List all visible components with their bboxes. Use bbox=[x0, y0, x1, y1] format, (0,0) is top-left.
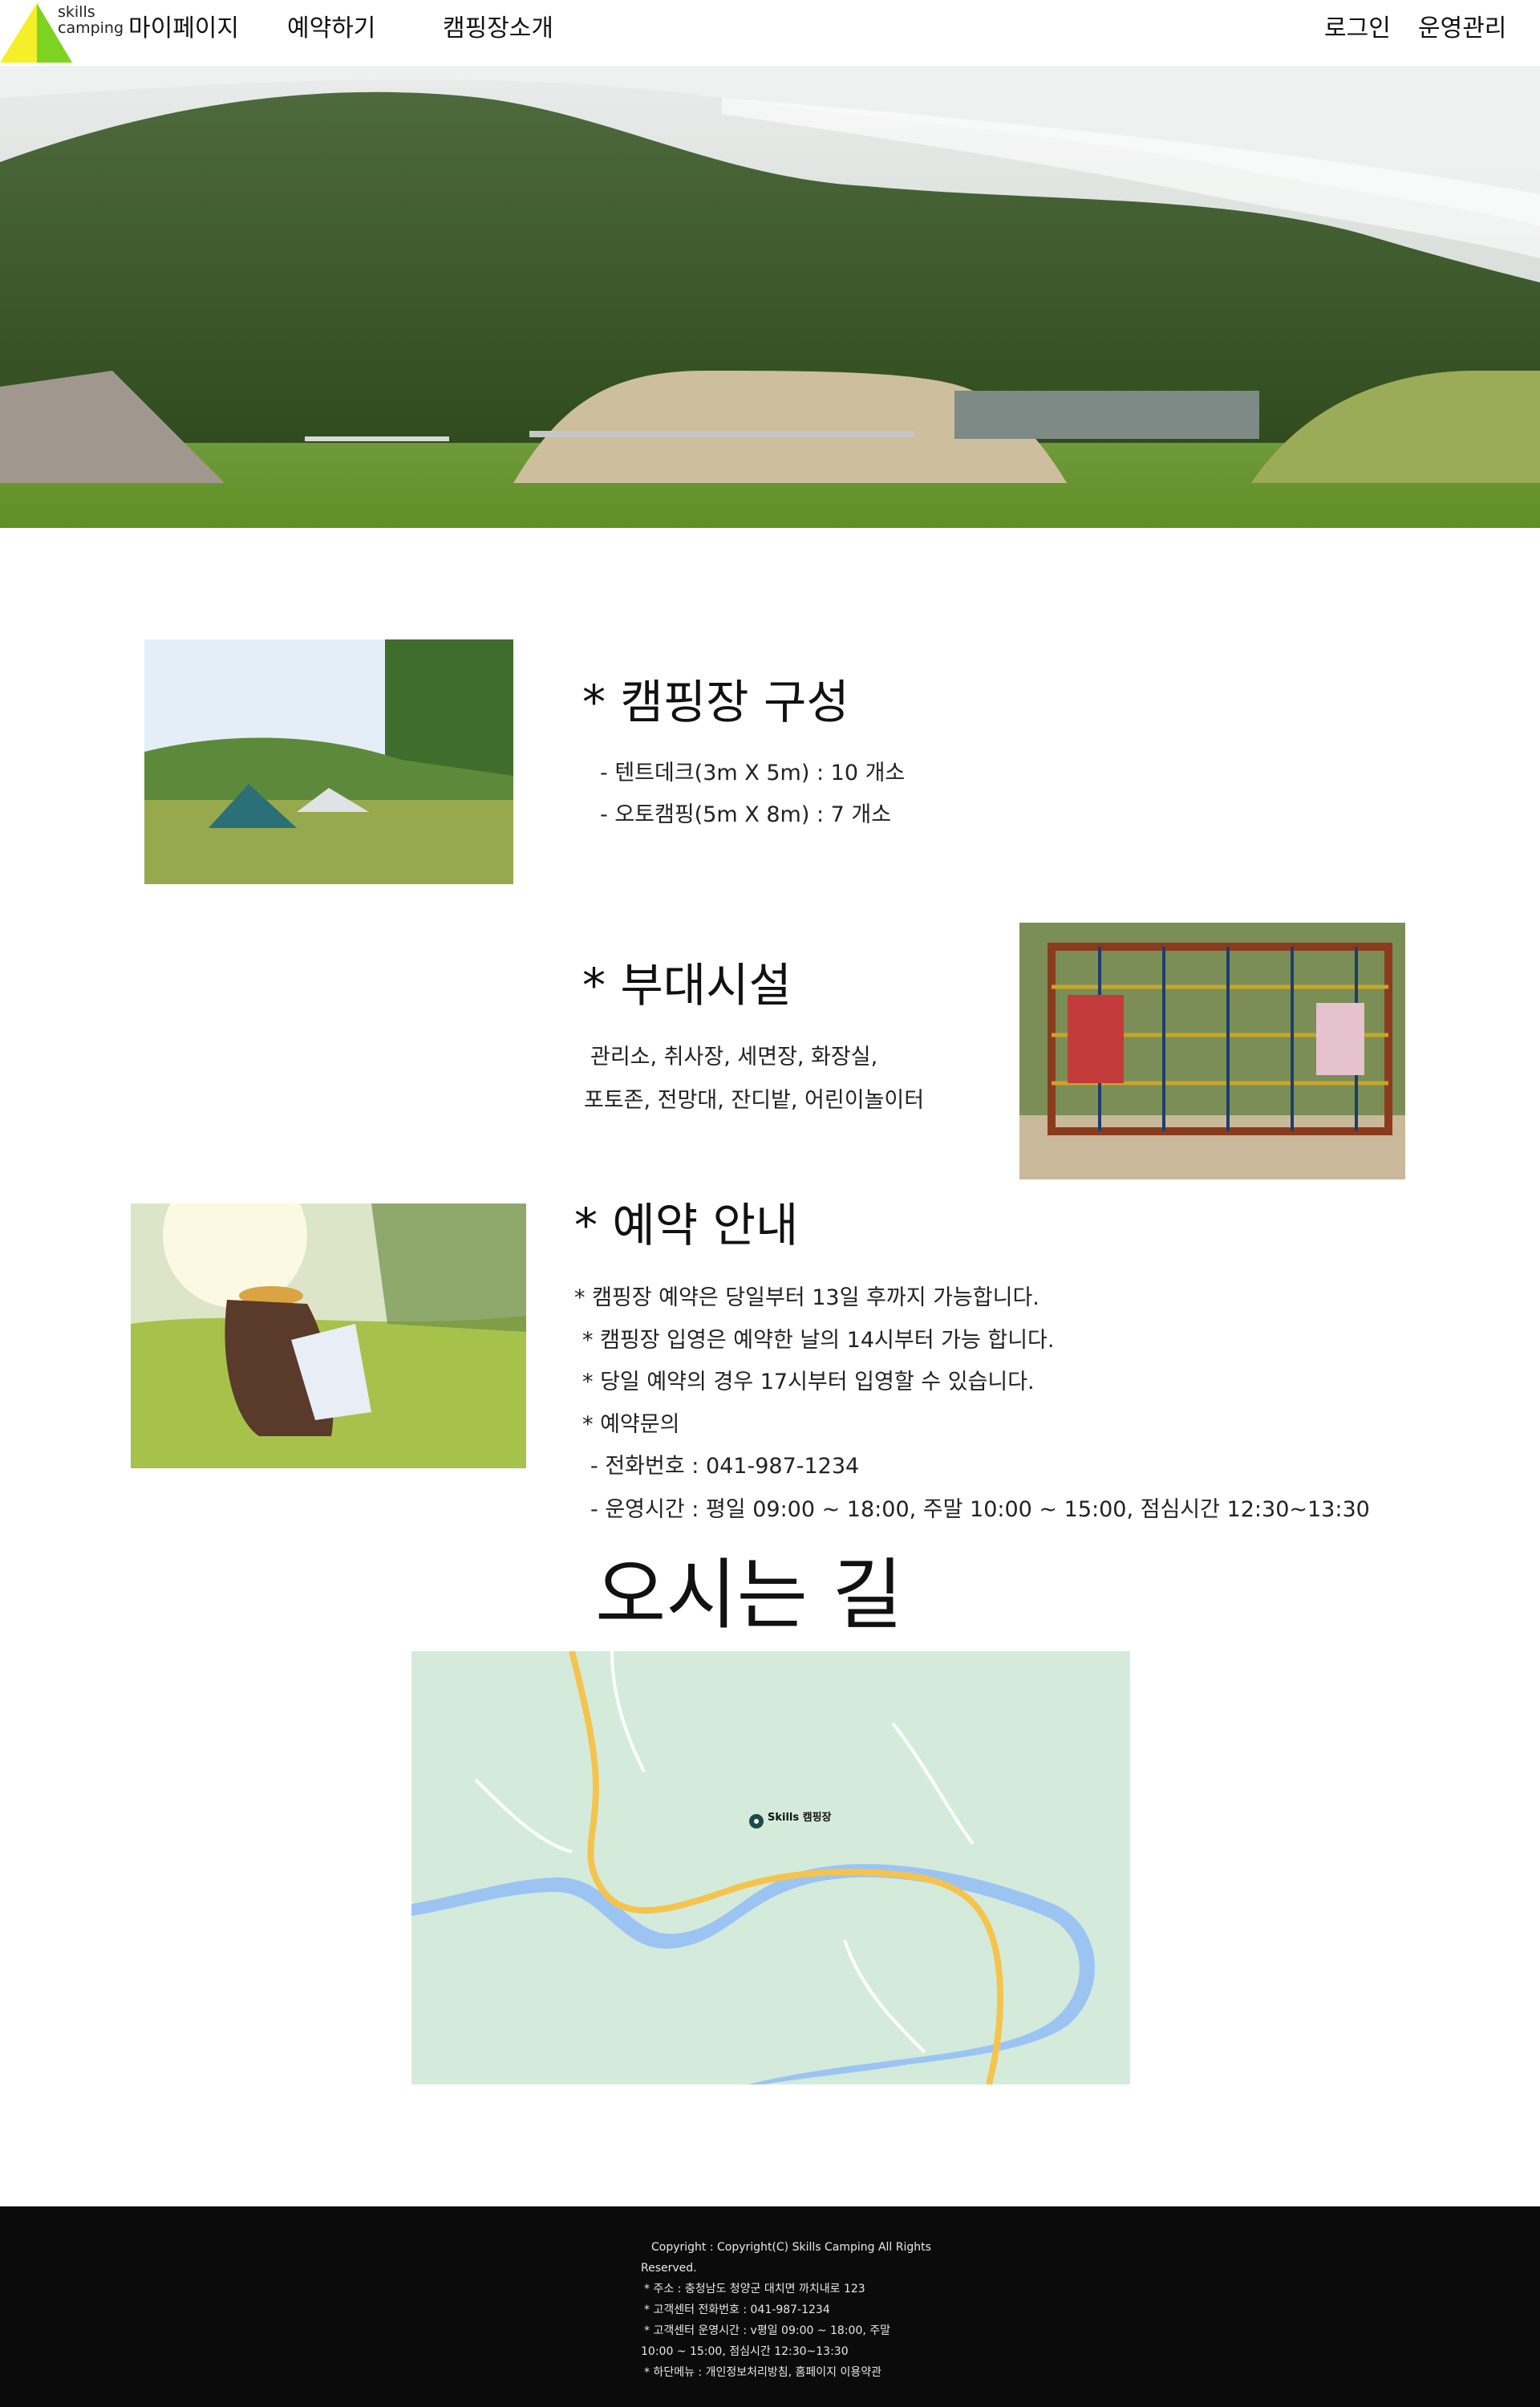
composition-title: * 캠핑장 구성 bbox=[582, 675, 849, 729]
map-marker-label: Skills 캠핑장 bbox=[768, 1812, 832, 1824]
map-illustration bbox=[411, 1651, 1130, 2084]
footer-hours: * 고객센터 운영시간 : v평일 09:00 ~ 18:00, 주말 bbox=[644, 2324, 891, 2337]
reservation-line: * 캠핑장 예약은 당일부터 13일 후까지 가능합니다. bbox=[574, 1285, 1040, 1310]
tent-meadow-illustration bbox=[144, 639, 513, 884]
nav-reserve[interactable]: 예약하기 bbox=[287, 13, 375, 45]
playground-illustration bbox=[1019, 923, 1405, 1179]
footer-address: * 주소 : 충청남도 청양군 대치면 까치내로 123 bbox=[644, 2283, 865, 2295]
photo-tent-meadow bbox=[144, 639, 513, 884]
facilities-line: 포토존, 전망대, 잔디밭, 어린이놀이터 bbox=[584, 1088, 925, 1113]
footer-copyright-cont: Reserved. bbox=[641, 2262, 697, 2275]
photo-girl-meadow bbox=[131, 1204, 526, 1468]
hero-campsite-image bbox=[0, 66, 1540, 528]
reservation-line: * 예약문의 bbox=[582, 1412, 680, 1437]
composition-line: - 텐트데크(3m X 5m) : 10 개소 bbox=[600, 761, 906, 785]
location-map[interactable]: Skills 캠핑장 bbox=[411, 1651, 1130, 2084]
reservation-title: * 예약 안내 bbox=[574, 1198, 799, 1252]
reservation-line: * 캠핑장 입영은 예약한 날의 14시부터 가능 합니다. bbox=[582, 1328, 1055, 1353]
logo-text-camping: camping bbox=[58, 19, 124, 37]
footer-links[interactable]: * 하단메뉴 : 개인정보처리방침, 홈페이지 이용약관 bbox=[644, 2364, 881, 2381]
girl-meadow-illustration bbox=[131, 1204, 526, 1468]
reservation-line: * 당일 예약의 경우 17시부터 입영할 수 있습니다. bbox=[582, 1370, 1035, 1394]
hero-illustration bbox=[0, 66, 1540, 528]
nav-login[interactable]: 로그인 bbox=[1324, 13, 1391, 45]
reservation-line: - 전화번호 : 041-987-1234 bbox=[590, 1454, 860, 1479]
skills-camping-logo[interactable]: skills camping bbox=[0, 0, 124, 64]
nav-admin[interactable]: 운영관리 bbox=[1418, 13, 1506, 45]
facilities-title: * 부대시설 bbox=[582, 958, 792, 1013]
nav-mypage[interactable]: 마이페이지 bbox=[128, 13, 239, 45]
composition-line: - 오토캠핑(5m X 8m) : 7 개소 bbox=[600, 802, 892, 827]
site-footer: Copyright : Copyright(C) Skills Camping … bbox=[0, 2206, 1540, 2407]
facilities-line: 관리소, 취사장, 세면장, 화장실, bbox=[590, 1045, 878, 1070]
footer-copyright: Copyright : Copyright(C) Skills Camping … bbox=[651, 2241, 931, 2254]
logo-text-skills: skills bbox=[58, 3, 95, 21]
photo-playground bbox=[1019, 923, 1405, 1179]
footer-phone: * 고객센터 전화번호 : 041-987-1234 bbox=[644, 2303, 830, 2316]
reservation-line: - 운영시간 : 평일 09:00 ~ 18:00, 주말 10:00 ~ 15… bbox=[590, 1497, 1370, 1522]
site-header: skills camping 마이페이지 예약하기 캠핑장소개 로그인 운영관리 bbox=[0, 0, 1540, 66]
directions-title: 오시는 길 bbox=[595, 1550, 903, 1640]
footer-hours-cont: 10:00 ~ 15:00, 점심시간 12:30~13:30 bbox=[641, 2345, 849, 2358]
nav-camp-intro[interactable]: 캠핑장소개 bbox=[443, 13, 553, 45]
